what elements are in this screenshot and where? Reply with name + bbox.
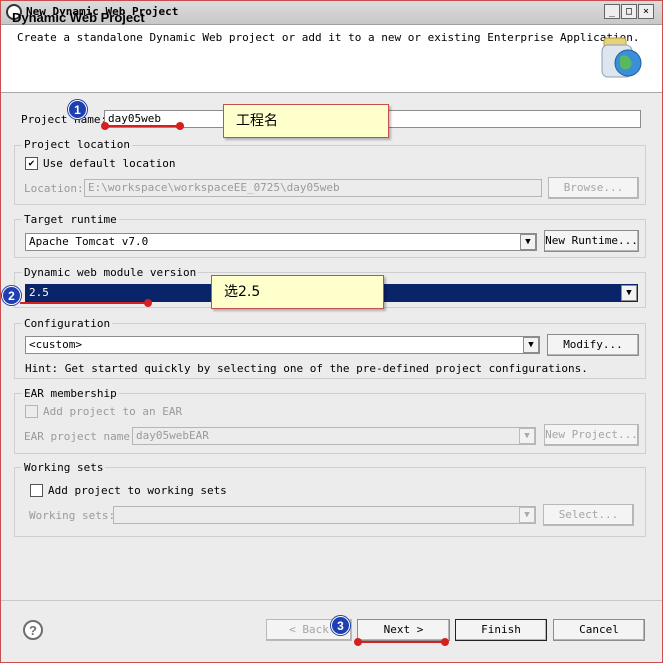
- close-icon[interactable]: ×: [638, 4, 654, 19]
- dropdown-arrow-icon[interactable]: ▼: [523, 337, 539, 353]
- add-to-ear-checkbox[interactable]: [25, 405, 38, 418]
- configuration-hint: Hint: Get started quickly by selecting o…: [25, 362, 588, 375]
- annotation-dot: [144, 299, 152, 307]
- location-label: Location:: [24, 182, 84, 195]
- working-sets-label: Working sets:: [29, 509, 116, 522]
- target-runtime-group-label: Target runtime: [22, 213, 119, 226]
- checkmark-icon: ✔: [28, 158, 35, 169]
- ear-membership-group-label: EAR membership: [22, 387, 119, 400]
- page-title: Dynamic Web Project: [12, 10, 145, 25]
- dropdown-arrow-icon[interactable]: ▼: [519, 428, 535, 444]
- new-ear-project-button[interactable]: New Project...: [544, 424, 639, 446]
- ear-project-name-label: EAR project name:: [24, 430, 137, 443]
- web-module-version-group-label: Dynamic web module version: [22, 266, 199, 279]
- help-icon[interactable]: ?: [23, 620, 43, 640]
- new-runtime-button[interactable]: New Runtime...: [544, 230, 639, 252]
- annotation-dot: [441, 638, 449, 646]
- location-input[interactable]: E:\workspace\workspaceEE_0725\day05web: [84, 179, 542, 197]
- use-default-location-checkbox[interactable]: ✔: [25, 157, 38, 170]
- annotation-underline-1: [105, 125, 181, 127]
- callout-version: 选2.5: [211, 275, 384, 309]
- annotation-dot: [176, 122, 184, 130]
- annotation-underline-2: [20, 302, 148, 304]
- working-sets-select[interactable]: [113, 506, 536, 524]
- use-default-location-label: Use default location: [43, 157, 176, 170]
- minimize-icon[interactable]: _: [604, 4, 620, 19]
- step-marker-3: 3: [331, 616, 350, 635]
- modify-button[interactable]: Modify...: [547, 334, 639, 356]
- add-to-ear-label: Add project to an EAR: [43, 405, 183, 418]
- annotation-underline-3: [358, 641, 446, 643]
- maximize-icon[interactable]: □: [621, 4, 637, 19]
- step-marker-2: 2: [2, 286, 21, 305]
- footer-divider: [1, 600, 662, 601]
- target-runtime-select[interactable]: Apache Tomcat v7.0: [25, 233, 537, 251]
- configuration-select[interactable]: <custom>: [25, 336, 540, 354]
- select-working-sets-button[interactable]: Select...: [543, 504, 634, 526]
- configuration-group-label: Configuration: [22, 317, 113, 330]
- add-to-working-sets-checkbox[interactable]: [30, 484, 43, 497]
- annotation-dot: [101, 122, 109, 130]
- add-to-working-sets-label: Add project to working sets: [48, 484, 227, 497]
- dropdown-arrow-icon[interactable]: ▼: [519, 507, 535, 523]
- callout-project-name: 工程名: [223, 104, 389, 138]
- annotation-dot: [354, 638, 362, 646]
- project-location-group-label: Project location: [22, 138, 132, 151]
- page-description: Create a standalone Dynamic Web project …: [17, 31, 640, 44]
- dropdown-arrow-icon[interactable]: ▼: [621, 285, 637, 301]
- working-sets-group-label: Working sets: [22, 461, 106, 474]
- cancel-button[interactable]: Cancel: [553, 619, 645, 641]
- working-sets-group: [14, 467, 646, 537]
- finish-button[interactable]: Finish: [455, 619, 547, 641]
- project-name-label: Project name:: [21, 113, 108, 126]
- ear-project-name-select[interactable]: day05webEAR: [132, 427, 536, 445]
- dropdown-arrow-icon[interactable]: ▼: [520, 234, 536, 250]
- next-button[interactable]: Next >: [357, 619, 450, 641]
- web-project-graphic: [601, 37, 642, 78]
- step-marker-1: 1: [68, 100, 87, 119]
- browse-button[interactable]: Browse...: [548, 177, 639, 199]
